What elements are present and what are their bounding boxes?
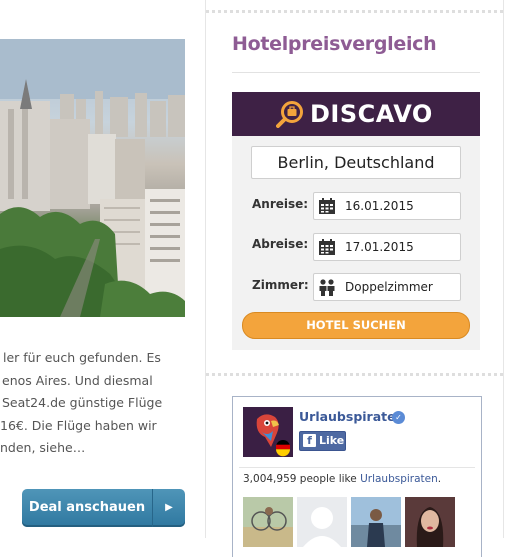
likes-page-link[interactable]: Urlaubspiraten — [360, 473, 438, 485]
sidebar-right-border — [503, 0, 504, 538]
fb-divider — [239, 467, 475, 468]
discavo-logo: DISCAVO — [310, 100, 433, 128]
page-avatar[interactable] — [243, 407, 293, 457]
discavo-header: DISCAVO — [232, 92, 480, 136]
room-type-select[interactable]: Doppelzimmer — [313, 273, 461, 301]
likes-suffix: . — [437, 473, 442, 485]
excerpt-line: Seat24.de günstige Flüge — [2, 395, 163, 410]
page-name-link[interactable]: Urlaubspiraten — [299, 409, 405, 424]
fan-avatar[interactable] — [351, 497, 401, 547]
facebook-f-icon: f — [303, 434, 316, 447]
room-type-value: Doppelzimmer — [345, 280, 433, 294]
magnifier-suitcase-icon — [276, 101, 303, 128]
article-column: ler für euch gefunden. Es enos Aires. Un… — [0, 0, 205, 538]
arrival-date-value: 16.01.2015 — [345, 199, 414, 213]
dotted-separator — [206, 373, 503, 376]
facebook-like-button[interactable]: f Like — [299, 431, 346, 451]
facebook-like-box: Urlaubspiraten ✓ f Like 3,004,959 people… — [232, 396, 482, 557]
excerpt-line: 16€. Die Flüge haben wir — [0, 417, 157, 433]
widget-title: Hotelpreisvergleich — [232, 33, 437, 55]
chevron-right-icon: ▶ — [152, 489, 185, 527]
deal-button-label: Deal anschauen — [28, 500, 146, 515]
sidebar-divider — [205, 0, 206, 538]
calendar-icon — [319, 239, 335, 255]
likes-count: 3,004,959 people like Urlaubspiraten. — [243, 473, 441, 485]
title-divider — [232, 72, 480, 73]
room-label: Zimmer: — [252, 278, 309, 292]
excerpt-line: ler für euch gefunden. Es — [3, 350, 161, 365]
fan-avatar[interactable] — [243, 497, 293, 547]
people-icon — [319, 279, 335, 296]
fan-avatar[interactable] — [297, 497, 347, 547]
departure-date-value: 17.01.2015 — [345, 240, 414, 254]
departure-date-field[interactable]: 17.01.2015 — [313, 233, 461, 261]
city-input[interactable]: Berlin, Deutschland — [251, 146, 461, 179]
likes-count-text: 3,004,959 people like — [243, 473, 357, 485]
departure-label: Abreise: — [252, 237, 309, 251]
excerpt-line: nden, siehe… — [0, 440, 86, 455]
verified-icon: ✓ — [392, 411, 405, 424]
arrival-label: Anreise: — [252, 197, 309, 211]
arrival-date-field[interactable]: 16.01.2015 — [313, 192, 461, 220]
fan-avatar[interactable] — [405, 497, 455, 547]
hotel-search-button[interactable]: HOTEL SUCHEN — [242, 312, 470, 339]
article-excerpt: ler für euch gefunden. Es enos Aires. Un… — [0, 347, 190, 460]
article-photo[interactable] — [0, 39, 185, 317]
dotted-separator — [206, 10, 503, 13]
excerpt-line: enos Aires. Und diesmal — [2, 372, 153, 388]
deal-button[interactable]: Deal anschauen ▶ — [22, 489, 185, 527]
like-label: Like — [319, 434, 345, 447]
calendar-icon — [319, 198, 335, 214]
hotel-search-widget: DISCAVO Berlin, Deutschland Anreise: 16.… — [232, 92, 480, 350]
